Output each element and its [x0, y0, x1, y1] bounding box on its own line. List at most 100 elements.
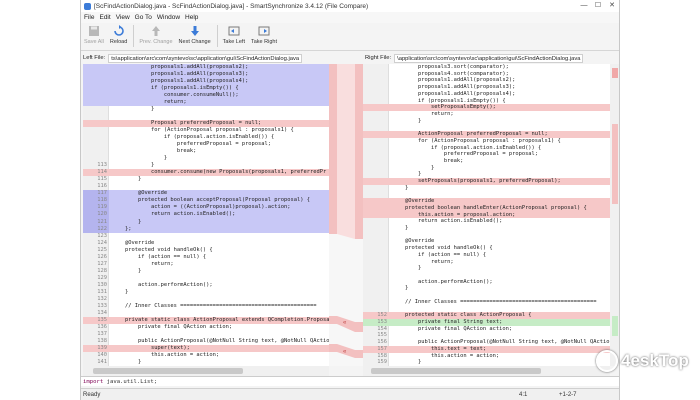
take-left-button[interactable]: Take Left: [223, 25, 245, 45]
code-line[interactable]: 155: [363, 332, 610, 339]
code-line[interactable]: ActionProposal preferredProposal = null;: [363, 131, 610, 138]
code-line[interactable]: 130 action.performAction();: [83, 282, 329, 289]
left-horizontal-scrollbar[interactable]: [83, 366, 329, 376]
code-line[interactable]: proposals1.addAll(proposals4);: [83, 78, 329, 86]
code-line[interactable]: 125 protected void handleOk() {: [83, 247, 329, 254]
code-line[interactable]: setProposalsEmpty();: [363, 104, 610, 111]
code-line[interactable]: 132: [83, 296, 329, 303]
code-line[interactable]: 131 }: [83, 289, 329, 296]
code-line[interactable]: return;: [83, 99, 329, 107]
code-line[interactable]: [363, 292, 610, 299]
code-line[interactable]: if (proposal.action.isEnabled()) {: [83, 134, 329, 141]
menu-edit[interactable]: Edit: [99, 14, 110, 21]
code-line[interactable]: 126 if (action == null) {: [83, 254, 329, 261]
code-line[interactable]: }: [363, 265, 610, 272]
menu-go-to[interactable]: Go To: [135, 14, 152, 21]
code-line[interactable]: }: [363, 185, 610, 192]
take-right-button[interactable]: Take Right: [251, 25, 277, 45]
code-line[interactable]: 120 return action.isEnabled();: [83, 211, 329, 219]
code-line[interactable]: 135 private static class ActionProposal …: [83, 316, 329, 324]
code-line[interactable]: 138 public ActionProposal(@NotNull Strin…: [83, 338, 329, 345]
code-line[interactable]: 113 }: [83, 162, 329, 169]
code-line[interactable]: 114 consumer.consume(new Proposals(propo…: [83, 169, 329, 177]
code-line[interactable]: for (ActionProposal proposal : proposals…: [83, 127, 329, 134]
code-line[interactable]: }: [363, 225, 610, 232]
code-line[interactable]: 156 public ActionProposal(@NotNull Strin…: [363, 339, 610, 346]
code-line[interactable]: @Override: [363, 238, 610, 245]
code-line[interactable]: [363, 124, 610, 131]
menu-window[interactable]: Window: [157, 14, 180, 21]
left-code-pane[interactable]: proposals1.addAll(proposals2); proposals…: [83, 64, 329, 366]
code-line[interactable]: 133 // Inner Classes ===================…: [83, 303, 329, 310]
overview-ruler[interactable]: [610, 64, 619, 366]
code-line[interactable]: action.performAction();: [363, 279, 610, 286]
code-line[interactable]: 118 protected boolean acceptProposal(Pro…: [83, 197, 329, 205]
code-line[interactable]: return;: [363, 259, 610, 266]
code-line[interactable]: 137: [83, 331, 329, 338]
code-line[interactable]: 124 @Override: [83, 240, 329, 247]
code-line[interactable]: if (action == null) {: [363, 252, 610, 259]
code-line[interactable]: }: [83, 106, 329, 113]
code-line[interactable]: if (proposals1.isEmpty()) {: [363, 98, 610, 105]
code-line[interactable]: 152 protected static class ActionProposa…: [363, 312, 610, 319]
menu-file[interactable]: File: [84, 14, 94, 21]
left-scroll-thumb[interactable]: [93, 368, 243, 374]
code-line[interactable]: }: [83, 155, 329, 162]
prev-change-button[interactable]: Prev. Change: [139, 25, 173, 45]
code-line[interactable]: proposals1.addAll(proposals3);: [363, 84, 610, 91]
code-line[interactable]: [363, 272, 610, 279]
code-line[interactable]: 129: [83, 275, 329, 282]
code-line[interactable]: 141 }: [83, 359, 329, 366]
code-line[interactable]: }: [363, 171, 610, 178]
code-line[interactable]: preferredProposal = proposal;: [363, 151, 610, 158]
code-line[interactable]: 117 @Override: [83, 190, 329, 198]
code-line[interactable]: protected void handleOk() {: [363, 245, 610, 252]
code-line[interactable]: Proposal preferredProposal = null;: [83, 120, 329, 128]
code-line[interactable]: 153 private final String text;: [363, 319, 610, 326]
code-line[interactable]: protected boolean handleEnter(ActionProp…: [363, 204, 610, 212]
code-line[interactable]: // Inner Classes =======================…: [363, 299, 610, 306]
code-line[interactable]: 128 }: [83, 268, 329, 275]
code-line[interactable]: proposals1.addAll(proposals3);: [83, 71, 329, 79]
code-line[interactable]: }: [363, 165, 610, 172]
code-line[interactable]: [363, 192, 610, 199]
code-line[interactable]: proposals1.addAll(proposals4);: [363, 91, 610, 98]
code-line[interactable]: [83, 113, 329, 120]
code-line[interactable]: if (proposal.action.isEnabled()) {: [363, 145, 610, 152]
code-line[interactable]: return;: [363, 111, 610, 118]
minimize-button[interactable]: —: [577, 0, 591, 12]
left-file-path[interactable]: ts\application\src\com\syntevo\sc\applic…: [108, 53, 303, 63]
save-all-button[interactable]: Save All: [84, 25, 104, 45]
code-line[interactable]: setProposals(proposals1, preferredPropos…: [363, 178, 610, 185]
right-code-pane[interactable]: proposals3.sort(comparator); proposals4.…: [363, 64, 610, 366]
code-line[interactable]: proposals1.addAll(proposals2);: [83, 64, 329, 72]
code-line[interactable]: 154 private final QAction action;: [363, 326, 610, 333]
code-line[interactable]: 140 this.action = action;: [83, 352, 329, 359]
code-line[interactable]: proposals1.addAll(proposals2);: [363, 77, 610, 84]
right-horizontal-scrollbar[interactable]: [363, 366, 610, 376]
code-line[interactable]: consumer.consumeNull();: [83, 92, 329, 100]
menu-view[interactable]: View: [116, 14, 130, 21]
code-line[interactable]: 122 };: [83, 225, 329, 233]
right-file-path[interactable]: \application\src\com\syntevo\sc\applicat…: [394, 53, 584, 63]
reload-button[interactable]: Reload: [110, 25, 127, 45]
code-line[interactable]: preferredProposal = proposal;: [83, 141, 329, 148]
code-line[interactable]: 121 }: [83, 218, 329, 226]
right-scroll-thumb[interactable]: [371, 368, 541, 374]
code-line[interactable]: break;: [83, 148, 329, 155]
code-line[interactable]: 139 super(text);: [83, 344, 329, 352]
code-line[interactable]: 134: [83, 310, 329, 317]
code-line[interactable]: this.action = proposal.action;: [363, 211, 610, 219]
code-line[interactable]: 157 this.text = text;: [363, 345, 610, 353]
code-line[interactable]: 119 action = ((ActionProposal)proposal).…: [83, 204, 329, 212]
code-line[interactable]: [363, 306, 610, 313]
code-line[interactable]: return action.isEnabled();: [363, 218, 610, 225]
code-line[interactable]: proposals4.sort(comparator);: [363, 71, 610, 78]
code-line[interactable]: }: [363, 285, 610, 292]
next-change-button[interactable]: Next Change: [179, 25, 211, 45]
close-button[interactable]: ✕: [605, 0, 619, 12]
code-line[interactable]: for (ActionProposal proposal : proposals…: [363, 138, 610, 145]
code-line[interactable]: break;: [363, 158, 610, 165]
code-line[interactable]: }: [363, 118, 610, 125]
code-line[interactable]: if (proposals1.isEmpty()) {: [83, 85, 329, 93]
